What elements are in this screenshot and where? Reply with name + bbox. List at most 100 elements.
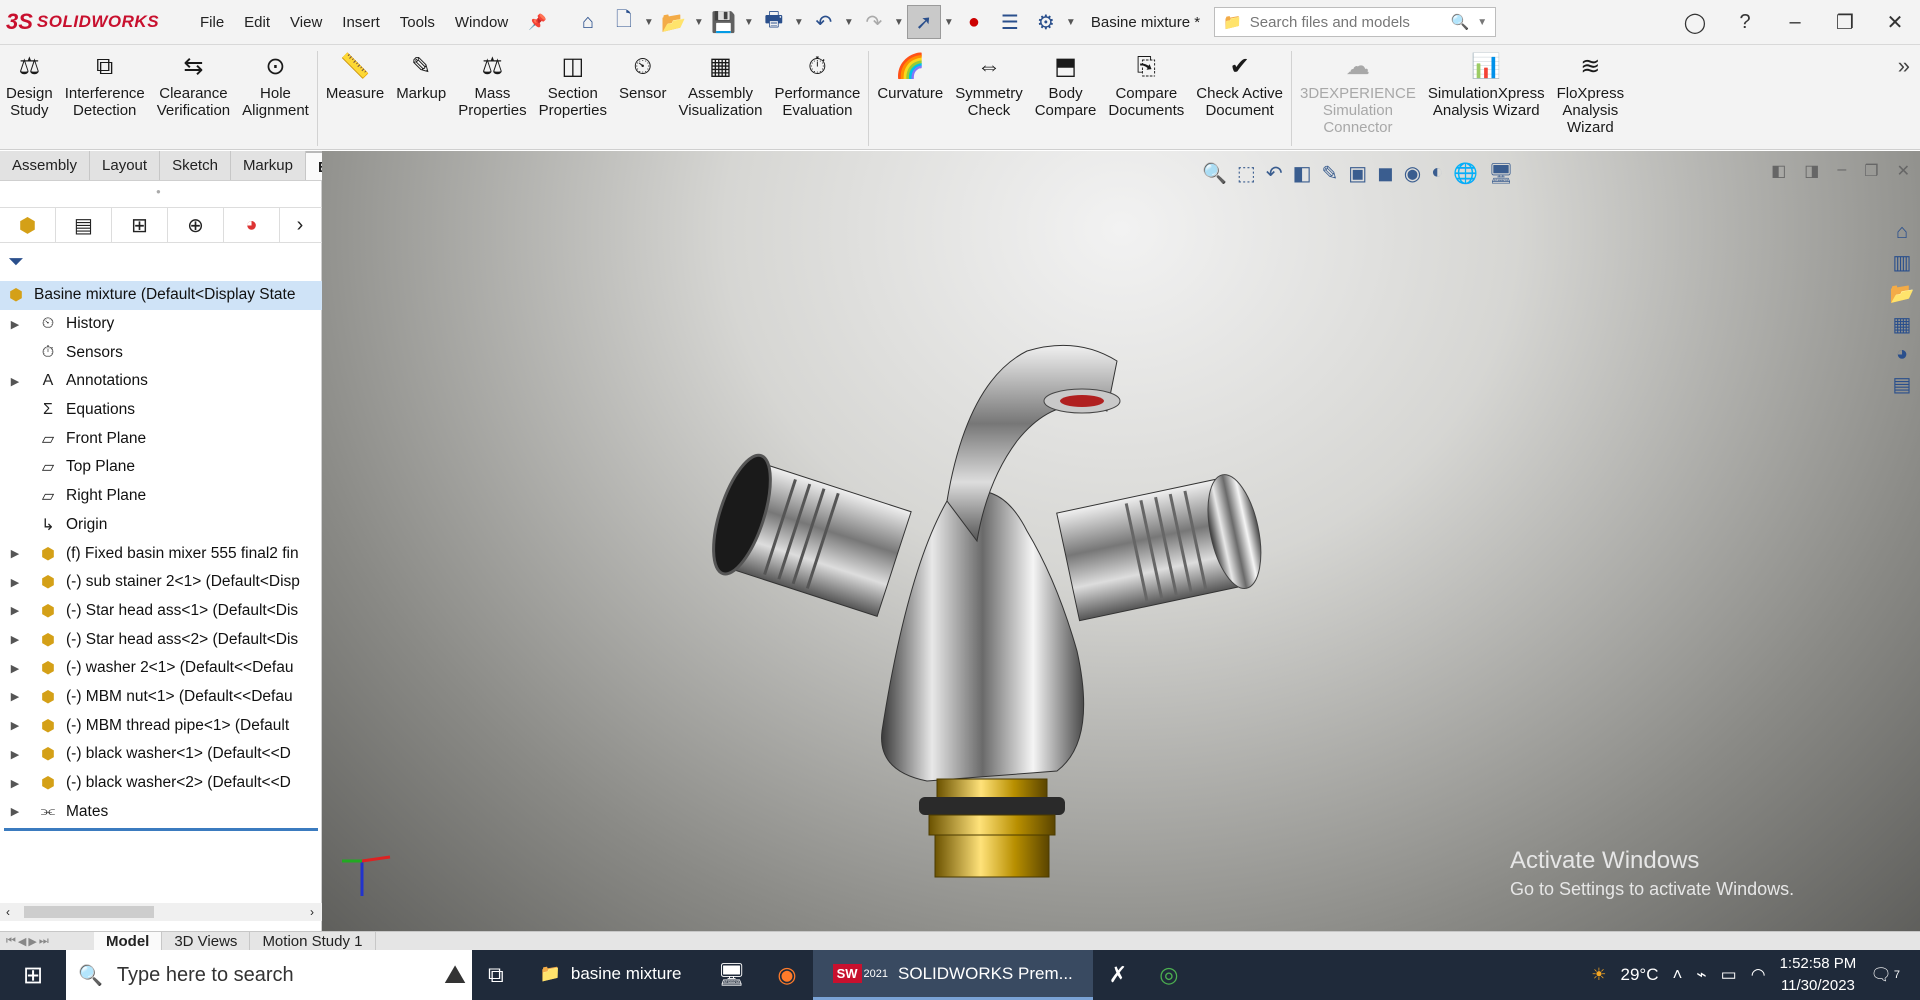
menu-file[interactable]: File xyxy=(190,0,234,45)
tree-item[interactable]: ▶ ⬢ (-) MBM thread pipe<1> (Default xyxy=(0,711,322,740)
save-icon[interactable]: 💾 xyxy=(707,5,741,39)
basin-mixer-model[interactable] xyxy=(697,321,1317,881)
viewport-split-left-icon[interactable]: ◧ xyxy=(1771,161,1786,181)
expand-arrow-icon[interactable]: ▶ xyxy=(6,547,24,560)
expand-arrow-icon[interactable]: ▶ xyxy=(6,748,24,761)
panel-grip-icon[interactable]: ● xyxy=(156,187,161,196)
taskbar-search-input[interactable]: Type here to search xyxy=(117,964,294,987)
tab-assembly[interactable]: Assembly xyxy=(0,151,91,180)
feature-manager-tab-icon[interactable]: ⬢ xyxy=(0,207,56,243)
markup-button[interactable]: ✎ Markup xyxy=(390,51,452,102)
taskbar-solidworks-app[interactable]: SW 2021 SOLIDWORKS Prem... xyxy=(812,950,1093,1000)
task-view-icon[interactable]: ⧉ xyxy=(472,950,520,1000)
view-settings-icon[interactable]: 🖥 xyxy=(1488,161,1513,186)
display-manager-tab-icon[interactable]: ◕ xyxy=(224,207,280,243)
previous-view-icon[interactable]: ↶ xyxy=(1266,161,1283,186)
menu-window[interactable]: Window xyxy=(445,0,518,45)
weather-icon[interactable]: ☀ xyxy=(1591,965,1606,985)
body-compare-button[interactable]: ⬒ Body Compare xyxy=(1029,51,1103,119)
expand-arrow-icon[interactable]: ▶ xyxy=(6,633,24,646)
expand-arrow-icon[interactable]: ▶ xyxy=(6,318,24,331)
hole-alignment-button[interactable]: ⊙ Hole Alignment xyxy=(236,51,315,119)
show-hidden-icons-icon[interactable]: ˄ xyxy=(1672,965,1682,985)
file-explorer-icon[interactable]: 📂 xyxy=(1890,281,1915,306)
expand-arrow-icon[interactable]: ▶ xyxy=(6,375,24,388)
open-icon[interactable]: 📂 xyxy=(657,5,691,39)
simulation-connector-button[interactable]: ☁ 3DEXPERIENCE Simulation Connector xyxy=(1294,51,1422,136)
tab-model[interactable]: Model xyxy=(94,931,163,952)
solidworks-resources-icon[interactable]: ⌂ xyxy=(1896,221,1908,244)
tree-item[interactable]: ▱ Right Plane xyxy=(0,482,322,511)
symmetry-button[interactable]: ⇔ Symmetry Check xyxy=(949,51,1029,119)
menu-insert[interactable]: Insert xyxy=(332,0,390,45)
assembly-visualization-button[interactable]: ▦ Assembly Visualization xyxy=(673,51,769,119)
apply-scene-icon[interactable]: 🌐 xyxy=(1453,161,1478,186)
search-dropdown-icon[interactable]: ▼ xyxy=(1477,17,1487,28)
search-box[interactable]: 📁 Search files and models 🔍 ▼ xyxy=(1214,7,1497,37)
tree-root-assembly[interactable]: ⬢ Basine mixture (Default<Display State xyxy=(0,281,322,310)
viewport-minimize-button[interactable]: – xyxy=(1837,161,1846,181)
section-properties-button[interactable]: ◫ Section Properties xyxy=(533,51,613,119)
dynamic-annotation-icon[interactable]: ✎ xyxy=(1321,161,1338,186)
options-gear-icon[interactable]: ⚙ xyxy=(1029,5,1063,39)
tree-item[interactable]: ↳ Origin xyxy=(0,511,322,540)
print-dropdown-icon[interactable]: ▼ xyxy=(793,17,805,28)
select-dropdown-icon[interactable]: ▼ xyxy=(943,17,955,28)
new-dropdown-icon[interactable]: ▼ xyxy=(643,17,655,28)
design-library-icon[interactable]: ▥ xyxy=(1893,250,1912,275)
design-study-button[interactable]: ⚖ Design Study xyxy=(0,51,59,119)
expand-arrow-icon[interactable]: ▶ xyxy=(6,777,24,790)
undo-dropdown-icon[interactable]: ▼ xyxy=(843,17,855,28)
redo-dropdown-icon[interactable]: ▼ xyxy=(893,17,905,28)
tree-item[interactable]: ▶ ⬢ (f) Fixed basin mixer 555 final2 fin xyxy=(0,539,322,568)
wifi-icon[interactable]: ◠ xyxy=(1751,965,1766,985)
menu-tools[interactable]: Tools xyxy=(390,0,445,45)
tree-item[interactable]: ▶ ⬢ (-) sub stainer 2<1> (Default<Disp xyxy=(0,568,322,597)
taskbar-search-box[interactable]: 🔍 Type here to search ⛰ xyxy=(66,950,472,1000)
configuration-manager-tab-icon[interactable]: ⊞ xyxy=(112,207,168,243)
tree-item[interactable]: ▶ ⬢ (-) washer 2<1> (Default<<Defau xyxy=(0,654,322,683)
scroll-right-icon[interactable]: › xyxy=(310,905,322,919)
open-dropdown-icon[interactable]: ▼ xyxy=(693,17,705,28)
tab-markup[interactable]: Markup xyxy=(230,151,306,180)
tree-item[interactable]: ▶ ⬢ (-) black washer<1> (Default<<D xyxy=(0,740,322,769)
curvature-button[interactable]: 🌈 Curvature xyxy=(871,51,949,102)
tree-item[interactable]: ▶ ⬢ (-) MBM nut<1> (Default<<Defau xyxy=(0,683,322,712)
simulationxpress-button[interactable]: 📊 SimulationXpress Analysis Wizard xyxy=(1422,51,1551,119)
menu-view[interactable]: View xyxy=(280,0,332,45)
redo-icon[interactable]: ↷ xyxy=(857,5,891,39)
zoom-to-area-icon[interactable]: ⬚ xyxy=(1237,161,1256,186)
account-icon[interactable]: ◯ xyxy=(1670,10,1720,35)
solidworks-logo[interactable]: 3S SOLIDWORKS xyxy=(0,0,190,45)
search-input[interactable]: Search files and models xyxy=(1250,14,1443,31)
chrome-icon[interactable]: ◎ xyxy=(1143,950,1194,1000)
viewport-restore-button[interactable]: ❐ xyxy=(1864,161,1878,181)
expand-arrow-icon[interactable]: ▶ xyxy=(6,805,24,818)
display-style-icon[interactable]: ◼ xyxy=(1377,161,1394,186)
clock[interactable]: 1:52:58 PM 11/30/2023 xyxy=(1780,953,1857,997)
tab-3d-views[interactable]: 3D Views xyxy=(162,931,251,952)
search-icon[interactable]: 🔍 xyxy=(1451,13,1470,31)
undo-icon[interactable]: ↶ xyxy=(807,5,841,39)
viewport-split-right-icon[interactable]: ◨ xyxy=(1804,161,1819,181)
property-manager-tab-icon[interactable]: ▤ xyxy=(56,207,112,243)
zoom-to-fit-icon[interactable]: 🔍 xyxy=(1202,161,1227,186)
next-tab-icon[interactable]: ▶ xyxy=(28,935,36,948)
restore-button[interactable]: ❐ xyxy=(1820,10,1870,35)
prev-tab-icon[interactable]: ◀ xyxy=(18,935,26,948)
expand-arrow-icon[interactable]: ▶ xyxy=(6,576,24,589)
dimxpert-tab-icon[interactable]: ⊕ xyxy=(168,207,224,243)
interference-button[interactable]: ⧉ Interference Detection xyxy=(59,51,151,119)
options-dropdown-icon[interactable]: ▼ xyxy=(1065,17,1077,28)
check-active-button[interactable]: ✔ Check Active Document xyxy=(1190,51,1289,119)
tree-item[interactable]: ▶ ⏲ History xyxy=(0,310,322,339)
appearances-icon[interactable]: ◕ xyxy=(1896,343,1908,366)
tree-item[interactable]: ▶ ⬢ (-) black washer<2> (Default<<D xyxy=(0,769,322,798)
file-properties-icon[interactable]: ☰ xyxy=(993,5,1027,39)
temperature[interactable]: 29°C xyxy=(1620,965,1658,985)
windows-start-icon[interactable]: ⊞ xyxy=(0,950,66,1000)
notifications-icon[interactable]: 🗨 xyxy=(1870,965,1892,985)
tree-item[interactable]: Σ Equations xyxy=(0,396,322,425)
tree-item[interactable]: ▱ Front Plane xyxy=(0,424,322,453)
tree-item[interactable]: ▱ Top Plane xyxy=(0,453,322,482)
